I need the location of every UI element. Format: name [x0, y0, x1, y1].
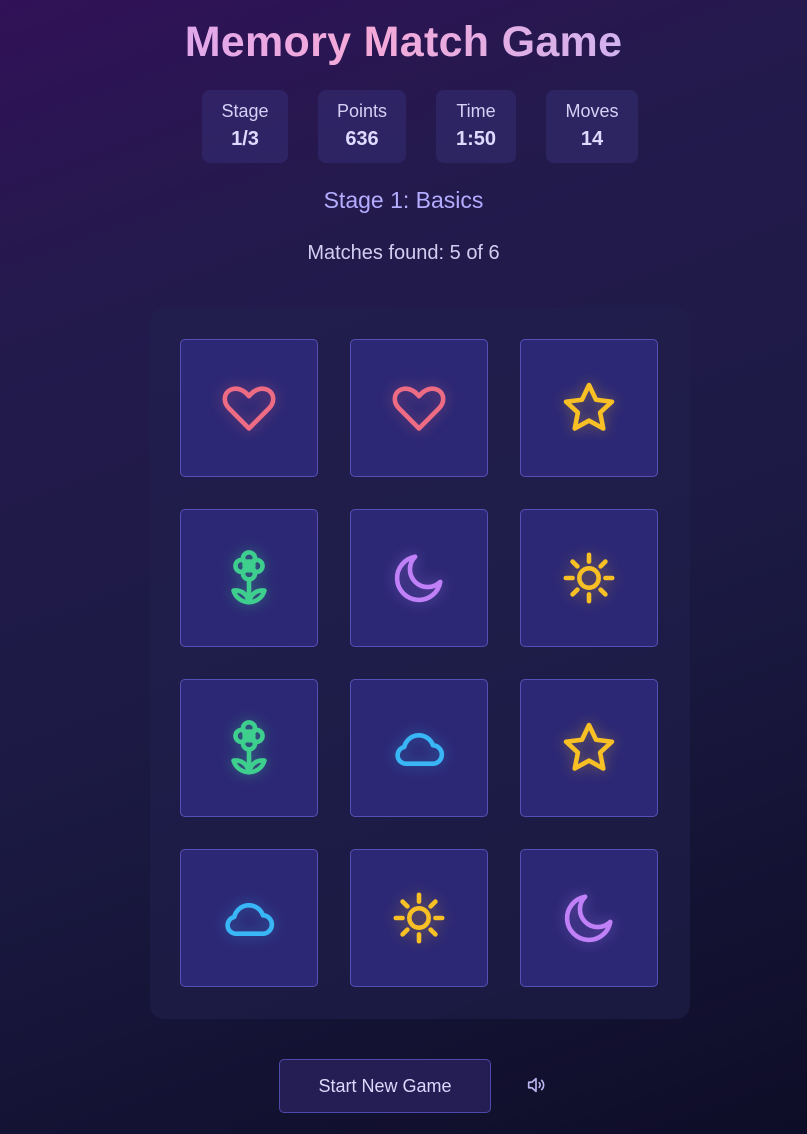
sun-icon [563, 552, 615, 604]
time-stat-value: 1:50 [455, 128, 497, 150]
matches-found: Matches found: 5 of 6 [307, 242, 500, 264]
stage-stat: Stage 1/3 [202, 90, 288, 163]
heart-icon [392, 386, 446, 431]
sound-toggle-button[interactable] [522, 1071, 550, 1099]
sun-icon [393, 892, 445, 944]
speaker-icon [527, 1077, 545, 1093]
points-stat: Points 636 [318, 90, 406, 163]
star-icon [563, 382, 615, 431]
flower-icon [231, 720, 267, 775]
start-new-game-button[interactable]: Start New Game [279, 1059, 491, 1113]
card[interactable] [180, 339, 318, 477]
moon-icon [564, 894, 613, 943]
heart-icon [222, 386, 276, 431]
card[interactable] [520, 679, 658, 817]
moves-stat-label: Moves [565, 101, 619, 121]
card[interactable] [520, 509, 658, 647]
card[interactable] [180, 679, 318, 817]
moon-icon [394, 554, 443, 603]
card[interactable] [180, 509, 318, 647]
card[interactable] [180, 849, 318, 987]
cloud-icon [225, 903, 275, 937]
star-icon [563, 722, 615, 771]
points-stat-value: 636 [345, 128, 379, 150]
card[interactable] [520, 339, 658, 477]
stage-stat-value: 1/3 [231, 128, 259, 150]
cloud-icon [395, 733, 445, 767]
points-stat-label: Points [336, 101, 388, 121]
card[interactable] [350, 509, 488, 647]
card[interactable] [350, 679, 488, 817]
stage-stat-label: Stage [221, 101, 269, 121]
card[interactable] [350, 849, 488, 987]
time-stat-label: Time [456, 101, 496, 121]
stage-name: Stage 1: Basics [323, 187, 484, 213]
card[interactable] [520, 849, 658, 987]
card[interactable] [350, 339, 488, 477]
game-title: Memory Match Game [0, 18, 807, 67]
moves-stat-value: 14 [580, 128, 604, 150]
moves-stat: Moves 14 [546, 90, 638, 163]
time-stat: Time 1:50 [436, 90, 516, 163]
flower-icon [231, 550, 267, 605]
